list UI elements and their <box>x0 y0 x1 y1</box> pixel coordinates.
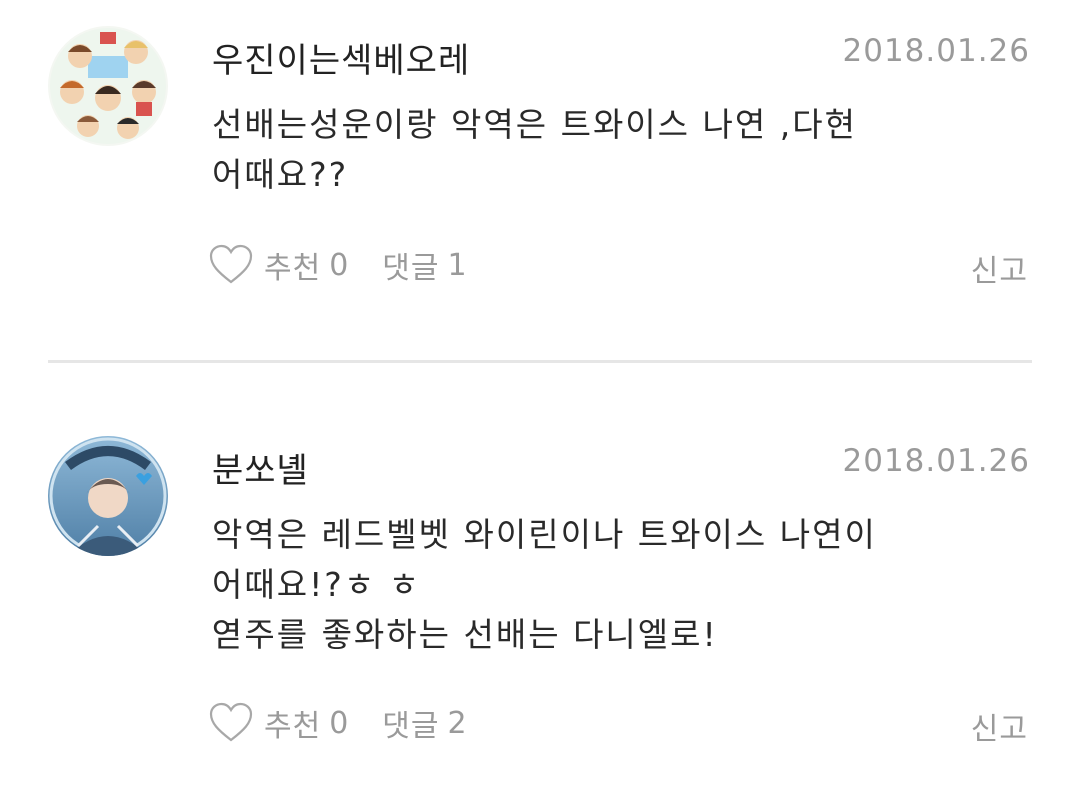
reply-label: 댓글 <box>382 251 440 286</box>
comment-actions: 추천 0 댓글 2 <box>208 698 467 748</box>
reply-button[interactable]: 댓글 1 <box>372 243 466 287</box>
divider <box>48 360 1032 363</box>
reply-count: 1 <box>447 247 467 283</box>
reply-count: 2 <box>447 705 467 741</box>
avatar[interactable] <box>48 26 168 146</box>
comment-actions: 추천 0 댓글 1 <box>208 240 467 290</box>
like-count: 0 <box>329 705 349 741</box>
photo-avatar-icon <box>48 436 168 556</box>
heart-icon[interactable] <box>208 242 254 288</box>
comment-item: 우진이는섹베오레 2018.01.26 선배는성운이랑 악역은 트와이스 나연 … <box>0 0 1080 360</box>
comment-date: 2018.01.26 <box>842 33 1030 69</box>
comment-item: 분쏘녤 2018.01.26 악역은 레드벨벳 와이린이나 트와이스 나연이 어… <box>0 410 1080 810</box>
like-count: 0 <box>329 247 349 283</box>
comment-line: 선배는성운이랑 악역은 트와이스 나연 ,다현 <box>212 105 857 144</box>
comment-line: 어때요!?ㅎ ㅎ <box>212 565 422 604</box>
like-label[interactable]: 추천 <box>264 243 321 287</box>
comment-date: 2018.01.26 <box>842 443 1030 479</box>
cartoon-group-avatar-icon <box>48 26 168 146</box>
comment-author[interactable]: 우진이는섹베오레 <box>212 33 470 82</box>
reply-button[interactable]: 댓글 2 <box>372 701 466 745</box>
comment-body: 악역은 레드벨벳 와이린이나 트와이스 나연이 어때요!?ㅎ ㅎ 엳주를 좋와하… <box>212 510 992 660</box>
like-label[interactable]: 추천 <box>264 701 321 745</box>
report-button[interactable]: 신고 <box>971 246 1028 290</box>
comment-author[interactable]: 분쏘녤 <box>212 443 309 492</box>
heart-icon[interactable] <box>208 700 254 746</box>
comment-body: 선배는성운이랑 악역은 트와이스 나연 ,다현 어때요?? <box>212 100 992 200</box>
comment-line: 엳주를 좋와하는 선배는 다니엘로! <box>212 615 718 654</box>
comment-line: 어때요?? <box>212 155 349 194</box>
reply-label: 댓글 <box>382 709 440 744</box>
comment-line: 악역은 레드벨벳 와이린이나 트와이스 나연이 <box>212 515 877 554</box>
avatar[interactable] <box>48 436 168 556</box>
report-button[interactable]: 신고 <box>971 704 1028 748</box>
